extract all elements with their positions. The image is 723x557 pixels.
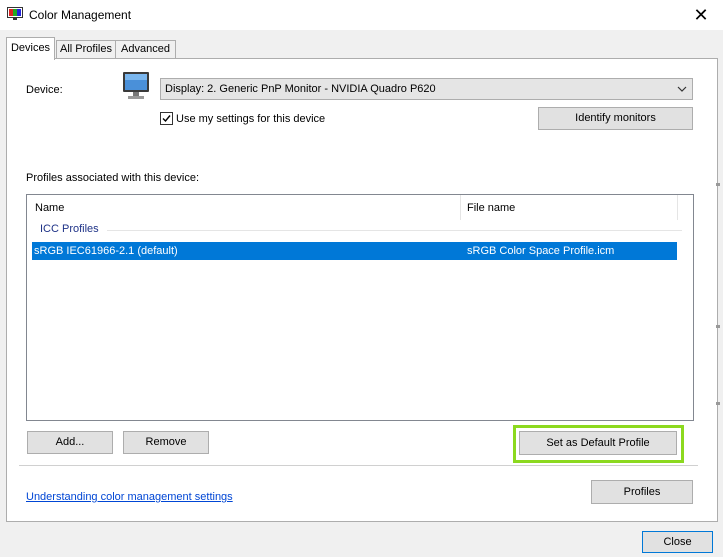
profile-file-cell: sRGB Color Space Profile.icm <box>467 245 615 257</box>
profiles-section-label: Profiles associated with this device: <box>26 172 200 184</box>
use-my-settings-label: Use my settings for this device <box>176 113 326 125</box>
background-window-fragment <box>716 402 720 405</box>
set-default-profile-button[interactable]: Set as Default Profile <box>519 431 677 455</box>
divider <box>19 465 698 466</box>
chevron-down-icon <box>677 86 687 92</box>
color-management-app-icon <box>7 7 23 20</box>
column-header-file-name[interactable]: File name <box>467 202 515 214</box>
close-window-icon[interactable]: ✕ <box>689 4 713 26</box>
device-label: Device: <box>26 84 63 96</box>
table-row[interactable]: sRGB IEC61966-2.1 (default) sRGB Color S… <box>32 242 677 260</box>
device-select-value: Display: 2. Generic PnP Monitor - NVIDIA… <box>165 83 436 95</box>
checkmark-icon <box>162 115 171 123</box>
monitor-icon <box>123 72 149 99</box>
group-header: ICC Profiles <box>40 223 99 235</box>
tab-advanced[interactable]: Advanced <box>115 40 176 58</box>
profiles-button[interactable]: Profiles <box>591 480 693 504</box>
understanding-color-management-link[interactable]: Understanding color management settings <box>26 491 233 503</box>
use-my-settings-checkbox[interactable] <box>160 112 173 125</box>
tab-devices[interactable]: Devices <box>6 37 55 60</box>
background-window-fragment <box>716 325 720 328</box>
column-header-name[interactable]: Name <box>35 202 64 214</box>
profiles-list[interactable]: Name File name ICC Profiles sRGB IEC6196… <box>26 194 694 421</box>
tab-all-profiles[interactable]: All Profiles <box>56 40 116 58</box>
profile-name-cell: sRGB IEC61966-2.1 (default) <box>34 245 178 257</box>
background-window-fragment <box>716 183 720 186</box>
group-divider <box>107 230 682 231</box>
column-separator <box>460 195 461 220</box>
window-title: Color Management <box>29 8 132 22</box>
remove-button[interactable]: Remove <box>123 431 209 454</box>
close-button[interactable]: Close <box>642 531 713 553</box>
title-bar: Color Management ✕ <box>0 0 723 30</box>
column-separator <box>677 195 678 220</box>
add-button[interactable]: Add... <box>27 431 113 454</box>
identify-monitors-button[interactable]: Identify monitors <box>538 107 693 130</box>
device-select[interactable]: Display: 2. Generic PnP Monitor - NVIDIA… <box>160 78 693 100</box>
